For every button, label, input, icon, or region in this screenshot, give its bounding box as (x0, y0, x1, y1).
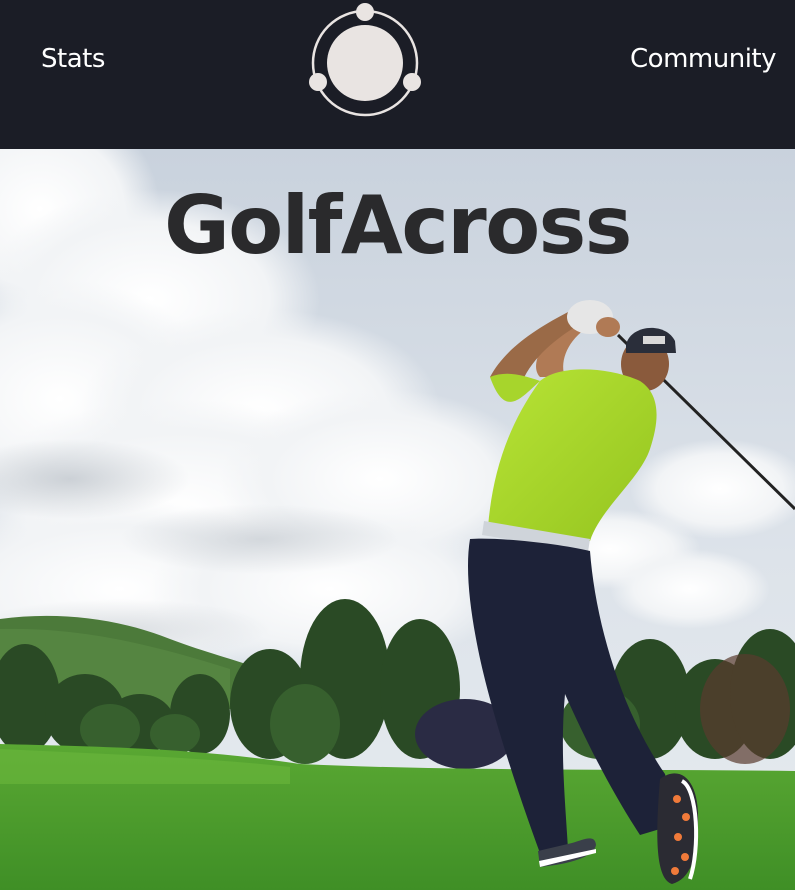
hero-banner: GolfAcross (0, 149, 795, 890)
hero-title: GolfAcross (164, 179, 632, 272)
nav-link-community[interactable]: Community (630, 44, 776, 74)
orbit-logo-icon[interactable] (307, 2, 425, 120)
top-nav-bar: Stats Community (0, 0, 795, 149)
nav-link-stats[interactable]: Stats (41, 44, 105, 74)
